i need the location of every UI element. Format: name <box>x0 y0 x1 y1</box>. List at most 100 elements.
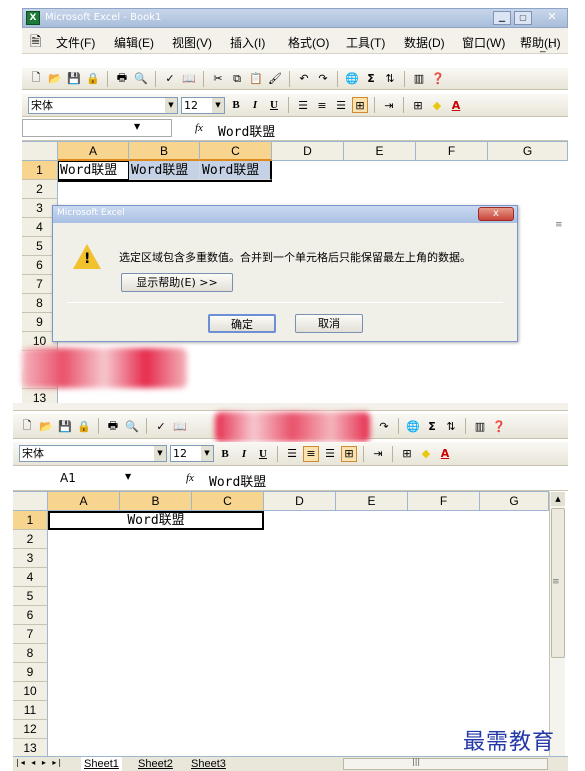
column-header-b[interactable]: B <box>129 142 200 161</box>
font-color-icon[interactable]: A <box>437 446 453 462</box>
cut-icon[interactable]: ✂ <box>210 71 226 87</box>
align-right-icon[interactable]: ☰ <box>333 97 349 113</box>
row-header-1[interactable]: 1 <box>13 511 48 530</box>
autosum-icon[interactable]: Σ <box>363 71 379 87</box>
row-header-4[interactable]: 4 <box>13 568 48 587</box>
minimize-button[interactable]: ▁ <box>493 11 511 25</box>
print-icon[interactable]: 🖶 <box>114 71 130 87</box>
bold-button[interactable]: B <box>228 97 244 113</box>
print-icon[interactable]: 🖶 <box>105 418 121 434</box>
font-select[interactable]: 宋体 ▼ <box>19 445 167 462</box>
select-all-corner[interactable] <box>22 142 58 161</box>
row-header-12[interactable]: 12 <box>13 720 48 739</box>
column-header-c[interactable]: C <box>192 492 264 511</box>
research-icon[interactable]: 📖 <box>172 418 188 434</box>
menu-insert[interactable]: 插入(I) <box>230 34 265 51</box>
spelling-icon[interactable]: ✓ <box>162 71 178 87</box>
format-painter-icon[interactable]: 🖌 <box>267 71 283 87</box>
merge-center-icon[interactable]: ⊞ <box>352 97 368 113</box>
save-icon[interactable]: 💾 <box>57 418 73 434</box>
sheet-tab-1[interactable]: Sheet1 <box>81 757 122 771</box>
align-left-icon[interactable]: ☰ <box>295 97 311 113</box>
row-header-10[interactable]: 10 <box>13 682 48 701</box>
sort-ascending-icon[interactable]: ⇅ <box>382 71 398 87</box>
column-header-e[interactable]: E <box>344 142 416 161</box>
select-all-corner[interactable] <box>13 492 48 511</box>
name-box[interactable]: A1 <box>13 469 163 487</box>
column-header-b[interactable]: B <box>120 492 192 511</box>
print-preview-icon[interactable]: 🔍 <box>124 418 140 434</box>
row-header-2[interactable]: 2 <box>13 530 48 549</box>
underline-button[interactable]: U <box>266 97 282 113</box>
underline-button[interactable]: U <box>255 446 271 462</box>
redo-icon[interactable]: ↷ <box>315 71 331 87</box>
scrollbar-grip-icon[interactable]: ≡ <box>555 220 568 245</box>
column-header-a[interactable]: A <box>58 142 129 161</box>
autosum-icon[interactable]: Σ <box>424 418 440 434</box>
fill-color-icon[interactable]: ◆ <box>429 97 445 113</box>
column-header-e[interactable]: E <box>336 492 408 511</box>
maximize-button[interactable]: ▢ <box>514 11 532 25</box>
row-header-6[interactable]: 6 <box>13 606 48 625</box>
spelling-icon[interactable]: ✓ <box>153 418 169 434</box>
new-icon[interactable]: 🗋 <box>19 418 35 434</box>
research-icon[interactable]: 📖 <box>181 71 197 87</box>
column-header-d[interactable]: D <box>272 142 344 161</box>
open-icon[interactable]: 📂 <box>47 71 63 87</box>
align-left-icon[interactable]: ☰ <box>284 446 300 462</box>
increase-indent-icon[interactable]: ⇥ <box>370 446 386 462</box>
menu-tools[interactable]: 工具(T) <box>346 34 385 51</box>
close-button[interactable]: ✕ <box>543 11 561 25</box>
align-center-icon[interactable]: ≡ <box>303 445 319 462</box>
help-icon[interactable]: ❓ <box>430 71 446 87</box>
column-header-g[interactable]: G <box>488 142 568 161</box>
column-header-g[interactable]: G <box>480 492 549 511</box>
align-right-icon[interactable]: ☰ <box>322 446 338 462</box>
row-header-2[interactable]: 2 <box>22 180 58 199</box>
permission-icon[interactable]: 🔒 <box>85 71 101 87</box>
row-header-3[interactable]: 3 <box>13 549 48 568</box>
fx-icon[interactable]: fx <box>195 122 203 134</box>
show-help-button[interactable]: 显示帮助(E) >> <box>121 273 233 292</box>
restore-icon[interactable]: _ ▫ <box>540 42 552 53</box>
copy-icon[interactable]: ⧉ <box>229 71 245 87</box>
menu-view[interactable]: 视图(V) <box>172 34 212 51</box>
column-header-a[interactable]: A <box>48 492 120 511</box>
sort-ascending-icon[interactable]: ⇅ <box>443 418 459 434</box>
row-header-1[interactable]: 1 <box>22 161 58 180</box>
hyperlink-icon[interactable]: 🌐 <box>405 418 421 434</box>
ok-button[interactable]: 确定 <box>208 314 276 333</box>
row-header-5[interactable]: 5 <box>13 587 48 606</box>
menu-format[interactable]: 格式(O) <box>288 34 329 51</box>
row-header-11[interactable]: 11 <box>13 701 48 720</box>
permission-icon[interactable]: 🔒 <box>76 418 92 434</box>
column-header-c[interactable]: C <box>200 142 272 161</box>
undo-icon[interactable]: ↶ <box>296 71 312 87</box>
fx-icon[interactable]: fx <box>186 472 194 484</box>
paste-icon[interactable]: 📋 <box>248 71 264 87</box>
font-select[interactable]: 宋体 ▼ <box>28 96 178 114</box>
vertical-scrollbar[interactable]: ▲ ≡ <box>549 492 565 757</box>
borders-icon[interactable]: ⊞ <box>410 97 426 113</box>
save-icon[interactable]: 💾 <box>66 71 82 87</box>
italic-button[interactable]: I <box>247 97 263 113</box>
name-box[interactable] <box>22 119 172 137</box>
menu-data[interactable]: 数据(D) <box>404 34 445 51</box>
new-icon[interactable]: 🗋 <box>28 71 44 87</box>
bold-button[interactable]: B <box>217 446 233 462</box>
formula-input[interactable]: Word联盟 <box>209 471 266 490</box>
row-header-8[interactable]: 8 <box>13 644 48 663</box>
row-header-13[interactable]: 13 <box>22 389 58 403</box>
menu-file[interactable]: 文件(F) <box>56 34 95 51</box>
chart-wizard-icon[interactable]: ▥ <box>472 418 488 434</box>
menu-edit[interactable]: 编辑(E) <box>114 34 154 51</box>
column-header-f[interactable]: F <box>408 492 480 511</box>
formula-input[interactable]: Word联盟 <box>218 121 275 140</box>
menu-window[interactable]: 窗口(W) <box>462 34 505 51</box>
chevron-down-icon[interactable]: ▼ <box>134 122 140 131</box>
column-header-d[interactable]: D <box>264 492 336 511</box>
sheet-tab-3[interactable]: Sheet3 <box>188 757 229 771</box>
borders-icon[interactable]: ⊞ <box>399 446 415 462</box>
scroll-up-icon[interactable]: ▲ <box>551 492 565 506</box>
cancel-button[interactable]: 取消 <box>295 314 363 333</box>
